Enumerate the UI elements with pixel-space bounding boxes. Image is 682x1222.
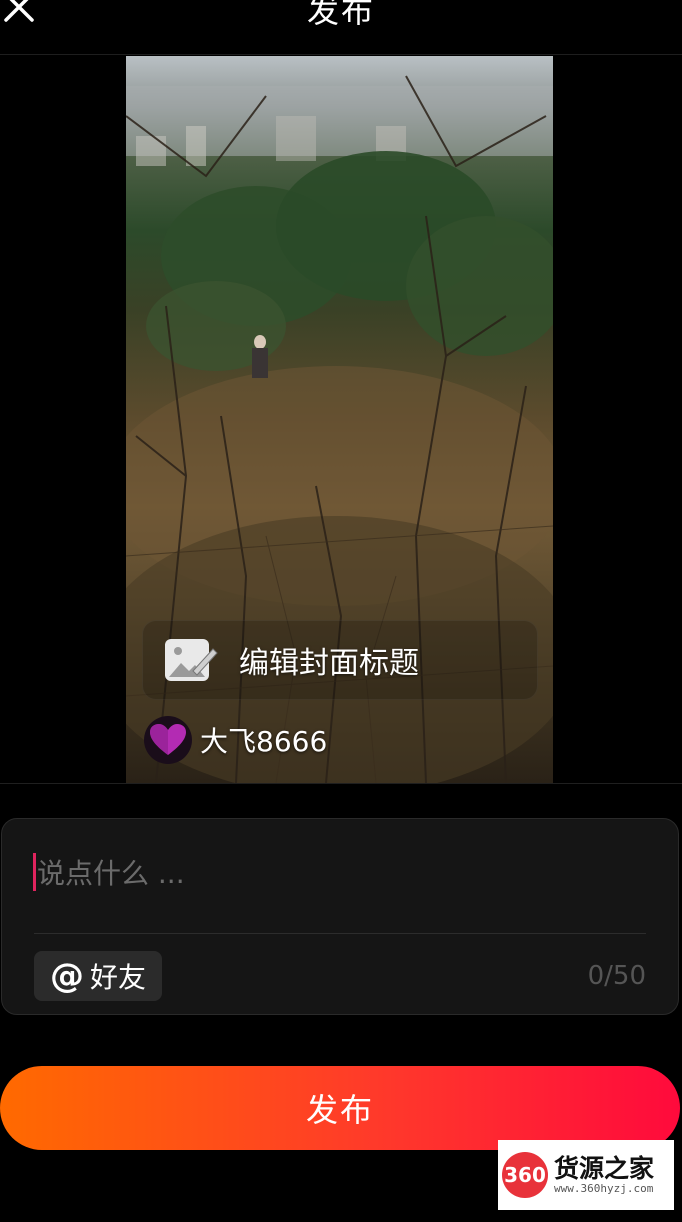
caption-input[interactable] [35,849,639,897]
avatar [144,716,192,764]
watermark-logo: 360 [502,1152,548,1198]
caption-composer: @ 好友 0/50 [1,818,679,1015]
divider [0,783,682,784]
character-count: 0/50 [587,961,646,991]
at-icon: @ [50,956,84,996]
edit-cover-title-button[interactable]: 编辑封面标题 [142,620,538,700]
watermark: 360 货源之家 www.360hyzj.com [498,1140,674,1210]
mention-friends-label: 好友 [90,961,147,994]
mention-friends-button[interactable]: @ 好友 [34,951,163,1001]
image-edit-icon [165,639,218,681]
page-title: 发布 [306,0,375,30]
author-name: 大飞8666 [200,725,328,758]
heart-icon [150,724,186,755]
publish-button-label: 发布 [305,1091,374,1129]
watermark-text: 货源之家 www.360hyzj.com [554,1155,654,1196]
watermark-name: 货源之家 [554,1153,655,1183]
edit-cover-title-label: 编辑封面标题 [239,646,419,681]
watermark-url: www.360hyzj.com [554,1182,654,1196]
video-preview[interactable]: 编辑封面标题 大飞8666 [126,56,553,783]
author-info: 大飞8666 [144,716,327,764]
divider [34,933,646,934]
publish-button[interactable]: 发布 [0,1066,680,1150]
header-bar: 发布 [0,0,682,55]
